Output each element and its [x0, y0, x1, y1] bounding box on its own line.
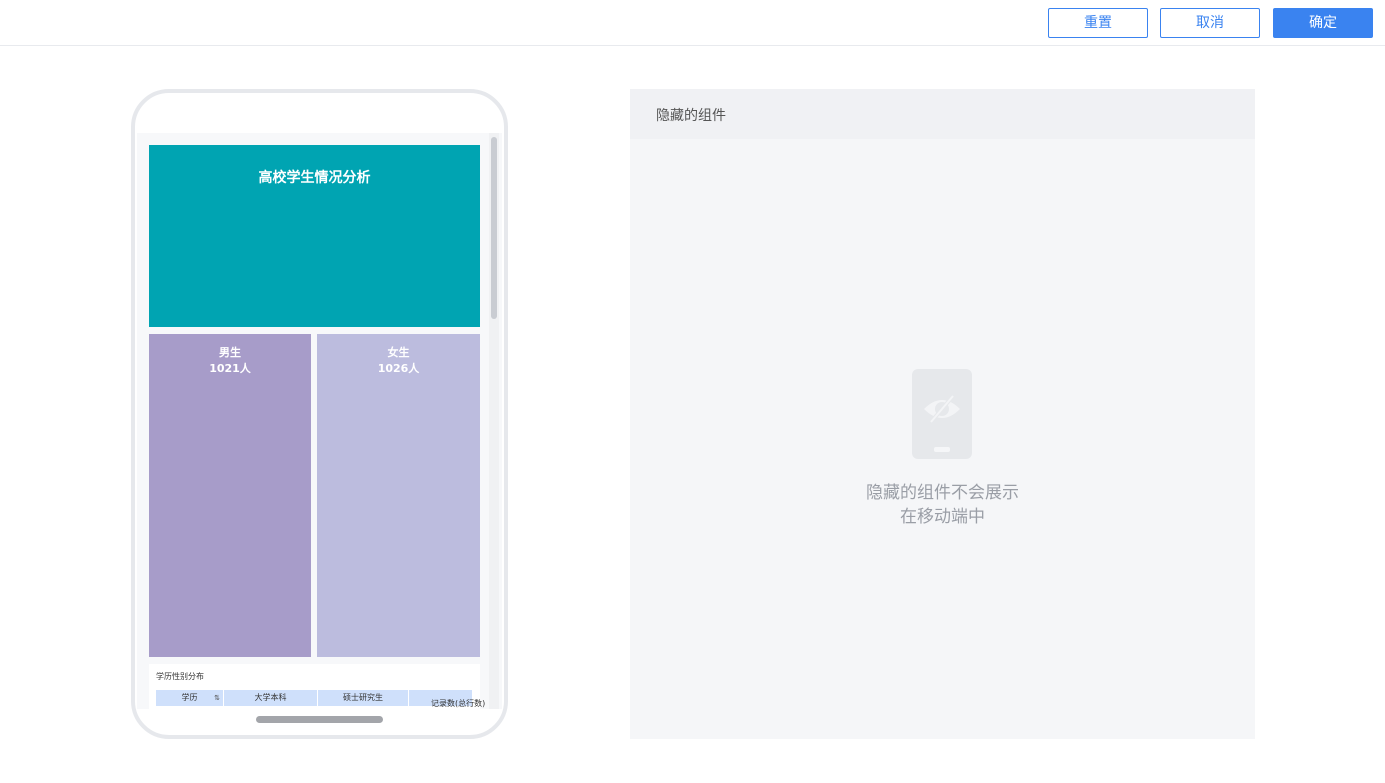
- dashboard-title-component[interactable]: 高校学生情况分析: [149, 145, 480, 327]
- mobile-scrollbar-thumb[interactable]: [491, 137, 497, 319]
- empty-state-line1: 隐藏的组件不会展示: [866, 483, 1019, 503]
- table-header-master[interactable]: 硕士研究生: [318, 690, 409, 706]
- dashboard-title: 高校学生情况分析: [258, 170, 371, 186]
- table-header-label: 学历: [181, 693, 198, 702]
- reset-button[interactable]: 重置: [1048, 8, 1148, 38]
- top-toolbar: 重置 取消 确定: [0, 0, 1385, 46]
- male-value: 1021人: [209, 362, 251, 375]
- table-header-education[interactable]: 学历 ⇅: [156, 690, 224, 706]
- female-label: 女生: [387, 346, 410, 359]
- confirm-button[interactable]: 确定: [1273, 8, 1373, 38]
- female-count-component[interactable]: 女生 1026人: [317, 334, 480, 657]
- cancel-button[interactable]: 取消: [1160, 8, 1260, 38]
- home-indicator: [256, 716, 383, 723]
- mobile-screen[interactable]: 高校学生情况分析 男生 1021人 女生 1026人 学历性别分布 学历 ⇅ 大…: [137, 133, 502, 709]
- female-value: 1026人: [377, 362, 420, 375]
- male-count-component[interactable]: 男生 1021人: [149, 334, 311, 657]
- hidden-panel-title: 隐藏的组件: [656, 108, 726, 124]
- mobile-scrollbar[interactable]: [489, 133, 499, 709]
- mobile-preview-frame: 高校学生情况分析 男生 1021人 女生 1026人 学历性别分布 学历 ⇅ 大…: [131, 89, 508, 739]
- table-header-bachelor[interactable]: 大学本科: [224, 690, 318, 706]
- hidden-phone-icon: [912, 369, 972, 459]
- male-label: 男生: [219, 346, 241, 359]
- sort-icon[interactable]: ⇅: [214, 690, 220, 706]
- empty-state-line2: 在移动端中: [900, 507, 985, 527]
- distribution-table-component[interactable]: 学历性别分布 学历 ⇅ 大学本科 硕士研究生 记录数(总行数): [149, 664, 485, 709]
- hidden-components-panel: 隐藏的组件 隐藏的组件不会展示 在移动端中: [630, 89, 1255, 739]
- table-title: 学历性别分布: [156, 672, 204, 681]
- table-header-record-count: 记录数(总行数): [431, 699, 486, 708]
- hidden-panel-header: 隐藏的组件: [630, 89, 1255, 139]
